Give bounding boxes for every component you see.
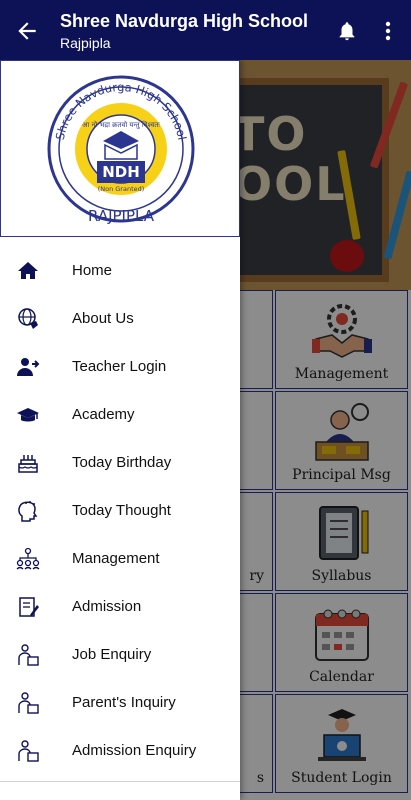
menu-item-home[interactable]: Home [0,247,240,295]
person-desk-icon [18,740,39,762]
app-title: Shree Navdurga High School [60,11,309,31]
drawer-divider [0,781,240,782]
menu-item-label: Admission [72,598,142,615]
person-desk-icon [18,692,39,714]
drawer-header: Shree Navdurga High School आ नो भद्रा क्… [0,60,240,237]
more-vertical-icon[interactable] [383,19,393,43]
organization-icon [16,547,40,570]
menu-item-admission-enquiry[interactable]: Admission Enquiry [0,727,240,775]
menu-item-label: Management [72,550,160,567]
svg-text:NDH: NDH [102,163,140,181]
menu-item-admission[interactable]: Admission [0,583,240,631]
svg-text:RAJPIPLA: RAJPIPLA [88,207,155,225]
arrow-back-icon[interactable] [14,18,40,44]
menu-item-label: Job Enquiry [72,646,152,663]
menu-item-academy[interactable]: Academy [0,391,240,439]
app-subtitle: Rajpipla [60,35,111,51]
menu-item-label: Home [72,262,113,279]
globe-hand-icon [18,308,38,329]
menu-item-label: Teacher Login [72,358,167,375]
menu-item-today-birthday[interactable]: Today Birthday [0,439,240,487]
menu-item-management[interactable]: Management [0,535,240,583]
svg-text:आ नो भद्रा क्रतवो यन्तु विश्वत: आ नो भद्रा क्रतवो यन्तु विश्वतः [82,120,160,129]
menu-item-label: Admission Enquiry [72,742,197,759]
user-login-icon [17,358,40,376]
person-desk-icon [18,644,39,666]
menu-item-label: Today Thought [72,502,171,519]
menu-item-about-us[interactable]: About Us [0,295,240,343]
menu-item-job-enquiry[interactable]: Job Enquiry [0,631,240,679]
menu-item-teacher-login[interactable]: Teacher Login [0,343,240,391]
menu-item-label: About Us [72,310,134,327]
drawer-menu: Home About Us Teacher Login Academy Toda… [0,247,240,775]
home-icon [18,262,38,279]
menu-item-parents-inquiry[interactable]: Parent's Inquiry [0,679,240,727]
school-logo: Shree Navdurga High School आ नो भद्रा क्… [47,75,195,225]
thought-head-icon [18,501,38,522]
graduation-cap-icon [17,408,39,422]
menu-item-label: Today Birthday [72,454,172,471]
navigation-drawer: Shree Navdurga High School आ नो भद्रा क्… [0,60,240,800]
birthday-cake-icon [18,455,38,473]
bell-icon[interactable] [336,19,358,43]
svg-text:(Non Granted): (Non Granted) [98,185,145,193]
menu-item-label: Academy [72,406,135,423]
menu-item-today-thought[interactable]: Today Thought [0,487,240,535]
app-bar: Shree Navdurga High School Rajpipla [0,0,411,60]
menu-item-label: Parent's Inquiry [72,694,176,711]
admission-form-icon [19,597,39,617]
